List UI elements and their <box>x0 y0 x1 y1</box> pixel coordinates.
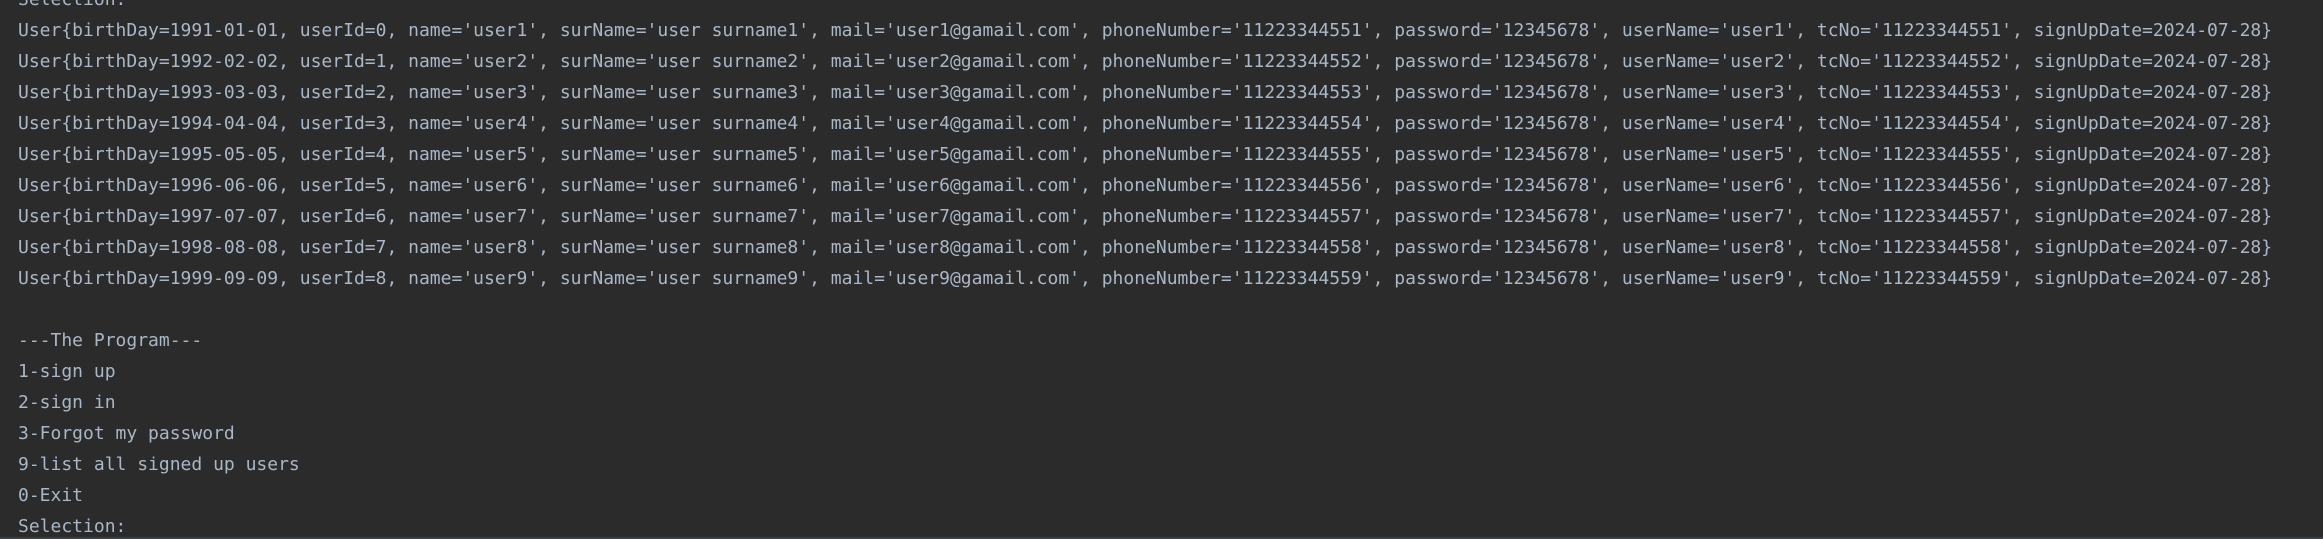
user-record-line: User{birthDay=1994-04-04, userId=3, name… <box>18 113 2273 134</box>
user-record-line: User{birthDay=1991-01-01, userId=0, name… <box>18 20 2273 41</box>
menu-option-sign-up: 1-sign up <box>18 361 116 382</box>
menu-option-forgot-password: 3-Forgot my password <box>18 423 235 444</box>
user-record-line: User{birthDay=1998-08-08, userId=7, name… <box>18 237 2273 258</box>
console-line-cut-top: Selection: <box>18 0 2272 15</box>
selection-prompt[interactable]: Selection: <box>18 511 2272 539</box>
user-record-line: User{birthDay=1995-05-05, userId=4, name… <box>18 144 2273 165</box>
user-record-line: User{birthDay=1996-06-06, userId=5, name… <box>18 175 2273 196</box>
menu-option-list-users: 9-list all signed up users <box>18 454 300 475</box>
user-record-line: User{birthDay=1993-03-03, userId=2, name… <box>18 82 2273 103</box>
user-record-line: User{birthDay=1999-09-09, userId=8, name… <box>18 268 2273 289</box>
user-record-line: User{birthDay=1997-07-07, userId=6, name… <box>18 206 2273 227</box>
menu-title: ---The Program--- <box>18 330 203 351</box>
user-record-line: User{birthDay=1992-02-02, userId=1, name… <box>18 51 2273 72</box>
menu-option-exit: 0-Exit <box>18 485 84 506</box>
console-output[interactable]: Selection: User{birthDay=1991-01-01, use… <box>0 0 2323 539</box>
console-lines: Selection: User{birthDay=1991-01-01, use… <box>18 0 2272 539</box>
menu-option-sign-in: 2-sign in <box>18 392 116 413</box>
